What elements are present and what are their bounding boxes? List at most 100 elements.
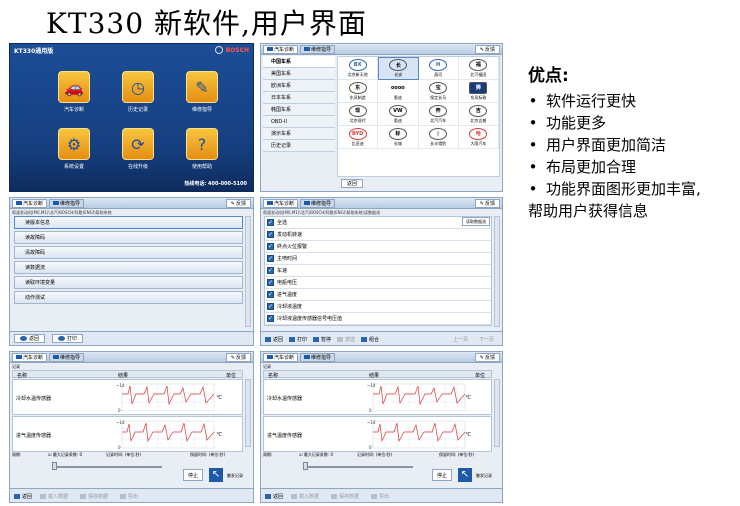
tile-online-update[interactable]: ⟳ 在线升级 [118, 128, 158, 178]
stream-row[interactable]: ✓ 冷却液温度传感器信号电压值 [265, 313, 491, 325]
feedback-button[interactable]: ✎ 反馈 [225, 353, 251, 362]
tab-guide[interactable]: 维修指导 [300, 198, 336, 208]
function-item[interactable]: 清故障码 [14, 246, 243, 259]
checkbox-checked-icon[interactable]: ☑ [48, 452, 52, 457]
trigger-record-label[interactable]: 触发记录 [476, 473, 492, 479]
tab-diagnosis[interactable]: 汽车诊断 [12, 352, 48, 362]
tab-diagnosis[interactable]: 汽车诊断 [263, 44, 299, 54]
tab-guide[interactable]: 维修指导 [300, 352, 336, 362]
stream-row[interactable]: ✓ 发动机转速 [265, 229, 491, 241]
checkbox-checked-icon[interactable]: ✓ [267, 303, 274, 310]
feedback-button[interactable]: ✎ 反馈 [474, 353, 500, 362]
region-item[interactable]: 演示车系 [263, 128, 335, 140]
print-button[interactable]: 打印 [52, 334, 84, 343]
region-item[interactable]: 欧洲车系 [263, 80, 335, 92]
wave-button[interactable]: 波选 [337, 336, 355, 343]
brand-item[interactable]: VW 奥迪 [378, 103, 419, 126]
tab-diagnosis[interactable]: 汽车诊断 [263, 198, 299, 208]
stream-row[interactable]: ✓ 车速 [265, 265, 491, 277]
back-button[interactable]: 返回 [14, 493, 32, 500]
function-item[interactable]: 读数据流 [14, 261, 243, 274]
scrollbar[interactable] [245, 216, 251, 327]
slider-knob[interactable] [303, 462, 308, 470]
function-item[interactable]: 动作测试 [14, 291, 243, 304]
brand-item[interactable]: BX 北京新天地 [338, 57, 379, 80]
brand-item[interactable]: oooo 奥迪 [378, 80, 419, 103]
brand-item[interactable]: ◊ 长丰猎豹 [418, 126, 459, 149]
function-item[interactable]: 读取环境变量 [14, 276, 243, 289]
back-button[interactable]: 返回 [265, 336, 283, 343]
tab-guide[interactable]: 维修指导 [300, 44, 336, 54]
region-item[interactable]: 美国车系 [263, 68, 335, 80]
tile-repair-guide[interactable]: ✎ 维修指导 [182, 71, 222, 121]
region-item[interactable]: 日本车系 [263, 92, 335, 104]
brand-item[interactable]: BYD 比亚迪 [338, 126, 379, 149]
function-item[interactable]: 读版本信息 [14, 216, 243, 229]
brand-item[interactable]: 福北汽福田 [458, 57, 499, 80]
save-data-button[interactable]: 保存数据 [80, 493, 108, 500]
brand-item[interactable]: 奔北汽汽车 [418, 103, 459, 126]
scrollbar[interactable] [494, 379, 500, 447]
read-stream-button[interactable]: 读取数据流 [462, 217, 490, 226]
select-all-row[interactable]: ✓ 全选 [265, 217, 491, 229]
time-slider[interactable] [52, 466, 162, 468]
checkbox-checked-icon[interactable]: ✓ [267, 291, 274, 298]
pause-button[interactable]: 暂停 [313, 336, 331, 343]
stream-row[interactable]: ✓ 冷却液温度 [265, 301, 491, 313]
region-item[interactable]: 历史记录 [263, 140, 335, 152]
back-button[interactable]: 返回 [14, 334, 46, 343]
brand-item[interactable]: 哈大雨汽车 [458, 126, 499, 149]
stream-row[interactable]: ✓ 电瓶电压 [265, 277, 491, 289]
time-slider[interactable] [303, 466, 413, 468]
tab-diagnosis[interactable]: 汽车诊断 [263, 352, 299, 362]
feedback-button[interactable]: ✎ 反馈 [474, 199, 500, 208]
save-data-button[interactable]: 保存数据 [331, 493, 359, 500]
checkbox-checked-icon[interactable]: ✓ [267, 231, 274, 238]
next-page-button[interactable]: 下一页 [479, 336, 494, 343]
stream-row[interactable]: ✓ 进气温度 [265, 289, 491, 301]
brand-item[interactable]: 宝保定长马 [418, 80, 459, 103]
feedback-button[interactable]: ✎ 反馈 [474, 45, 500, 54]
scrollbar[interactable] [245, 379, 251, 447]
prev-page-button[interactable]: 上一页 [453, 336, 468, 343]
checkbox-checked-icon[interactable]: ✓ [267, 279, 274, 286]
region-item[interactable]: 中国车系 [263, 56, 335, 68]
print-button[interactable]: 打印 [289, 336, 307, 343]
checkbox-checked-icon[interactable]: ☑ [299, 452, 303, 457]
export-button[interactable]: 导出 [371, 493, 389, 500]
brand-item[interactable]: 狮东风标致 [458, 80, 499, 103]
brand-item[interactable]: 东东风制造 [338, 80, 379, 103]
function-item[interactable]: 读故障码 [14, 231, 243, 244]
stop-button[interactable]: 停止 [432, 469, 452, 481]
checkbox-checked-icon[interactable]: ✓ [267, 267, 274, 274]
brand-item[interactable]: 标长城 [378, 126, 419, 149]
region-item[interactable]: 韩国车系 [263, 104, 335, 116]
load-data-button[interactable]: 载入数据 [40, 493, 68, 500]
stop-button[interactable]: 停止 [183, 469, 203, 481]
tile-settings[interactable]: ⚙ 系统设置 [54, 128, 94, 178]
checkbox-checked-icon[interactable]: ✓ [267, 243, 274, 250]
back-button[interactable]: 返回 [341, 179, 364, 188]
stream-row[interactable]: ✓ 终点火位报警 [265, 241, 491, 253]
tab-guide[interactable]: 维修指导 [49, 198, 85, 208]
back-button[interactable]: 返回 [265, 493, 283, 500]
brand-item[interactable]: 现北京现代 [338, 103, 379, 126]
checkbox-checked-icon[interactable]: ✓ [267, 255, 274, 262]
combine-button[interactable]: 组合 [361, 336, 379, 343]
trigger-record-label[interactable]: 触发记录 [227, 473, 243, 479]
tab-diagnosis[interactable]: 汽车诊断 [12, 198, 48, 208]
tile-history[interactable]: ◷ 历史记录 [118, 71, 158, 121]
brand-item[interactable]: 吉北京吉普 [458, 103, 499, 126]
tab-guide[interactable]: 维修指导 [49, 352, 85, 362]
tile-vehicle-diagnosis[interactable]: 🚗 汽车诊断 [54, 71, 94, 121]
stream-row[interactable]: ✓ 主喷时间 [265, 253, 491, 265]
brand-item[interactable]: 长长安 [378, 57, 419, 80]
region-item[interactable]: OBD-II [263, 116, 335, 128]
brand-item[interactable]: H 昌河 [418, 57, 459, 80]
checkbox-checked-icon[interactable]: ✓ [267, 219, 274, 226]
load-data-button[interactable]: 载入数据 [291, 493, 319, 500]
slider-knob[interactable] [52, 462, 57, 470]
tile-help[interactable]: ? 使用帮助 [182, 128, 222, 178]
feedback-button[interactable]: ✎ 反馈 [225, 199, 251, 208]
scrollbar[interactable] [494, 216, 500, 327]
